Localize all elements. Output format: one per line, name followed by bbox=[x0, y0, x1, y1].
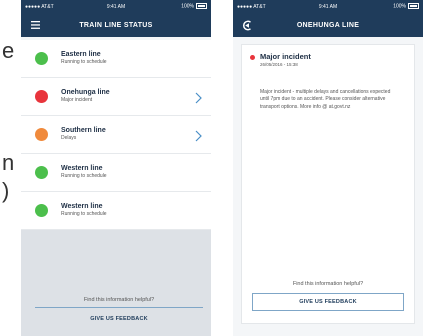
line-status: Delays bbox=[61, 135, 77, 142]
feedback-question: Find this information helpful? bbox=[292, 281, 364, 287]
line-name: Western line bbox=[61, 165, 103, 173]
incident-description: Major incident - multiple delays and can… bbox=[260, 89, 391, 110]
feedback-question: Find this information helpful? bbox=[35, 297, 203, 308]
line-name: Eastern line bbox=[61, 51, 101, 59]
feedback-section: Find this information helpful? GIVE US F… bbox=[35, 297, 203, 322]
line-status: Running to schedule bbox=[61, 211, 107, 218]
feedback-section: Find this information helpful? GIVE US F… bbox=[252, 281, 404, 311]
time-label: 9:41 AM bbox=[318, 3, 338, 10]
list-item-line[interactable]: Western line Running to schedule bbox=[21, 154, 211, 192]
line-status: Major incident bbox=[61, 97, 93, 104]
list-item-line[interactable]: Southern line Delays bbox=[21, 116, 211, 154]
chevron-right-icon[interactable] bbox=[193, 91, 203, 104]
chevron-right-icon[interactable] bbox=[193, 129, 203, 142]
time-label: 9:41 AM bbox=[106, 3, 126, 10]
line-detail-screen: ●●●●● AT&T 9:41 AM 100% ONEHUNGA LINE Ma… bbox=[233, 0, 423, 336]
page-title: TRAIN LINE STATUS bbox=[79, 21, 153, 29]
battery-icon bbox=[196, 3, 207, 10]
line-list: Eastern line Running to schedule Onehung… bbox=[21, 40, 211, 230]
line-name: Southern line bbox=[61, 127, 106, 135]
nav-bar: ONEHUNGA LINE bbox=[233, 13, 423, 37]
incident-title: Major incident bbox=[260, 52, 311, 61]
page-title: ONEHUNGA LINE bbox=[296, 21, 360, 29]
status-dot-orange bbox=[35, 128, 48, 141]
nav-bar: TRAIN LINE STATUS bbox=[21, 13, 211, 37]
incident-date: 26/05/2016 - 15:38 bbox=[260, 62, 298, 68]
line-status: Running to schedule bbox=[61, 59, 107, 66]
edge-fragment-3: ) bbox=[2, 178, 10, 203]
status-bar: ●●●●● AT&T 9:41 AM 100% bbox=[233, 0, 423, 13]
battery-icon bbox=[408, 3, 419, 10]
list-item-line[interactable]: Onehunga line Major incident bbox=[21, 78, 211, 116]
status-bar: ●●●●● AT&T 9:41 AM 100% bbox=[21, 0, 211, 13]
give-feedback-button[interactable]: GIVE US FEEDBACK bbox=[252, 293, 404, 311]
incident-card: Major incident 26/05/2016 - 15:38 Major … bbox=[241, 44, 415, 324]
incident-header: Major incident 26/05/2016 - 15:38 bbox=[250, 52, 311, 68]
back-arrow-icon[interactable] bbox=[241, 19, 253, 31]
give-feedback-button[interactable]: GIVE US FEEDBACK bbox=[35, 316, 203, 322]
train-line-status-screen: ●●●●● AT&T 9:41 AM 100% TRAIN LINE STATU… bbox=[21, 0, 211, 336]
list-item-line[interactable]: Eastern line Running to schedule bbox=[21, 40, 211, 78]
line-name: Onehunga line bbox=[61, 89, 110, 97]
status-dot-green bbox=[35, 204, 48, 217]
hamburger-menu-icon[interactable] bbox=[29, 19, 41, 31]
status-dot-red bbox=[250, 55, 255, 60]
status-dot-green bbox=[35, 52, 48, 65]
edge-fragment-1: e bbox=[2, 38, 15, 63]
line-status: Running to schedule bbox=[61, 173, 107, 180]
list-item-line[interactable]: Western line Running to schedule bbox=[21, 192, 211, 230]
line-name: Western line bbox=[61, 203, 103, 211]
status-dot-green bbox=[35, 166, 48, 179]
footer-area: Find this information helpful? GIVE US F… bbox=[21, 230, 211, 336]
status-dot-red bbox=[35, 90, 48, 103]
edge-fragment-2: n bbox=[2, 150, 15, 175]
